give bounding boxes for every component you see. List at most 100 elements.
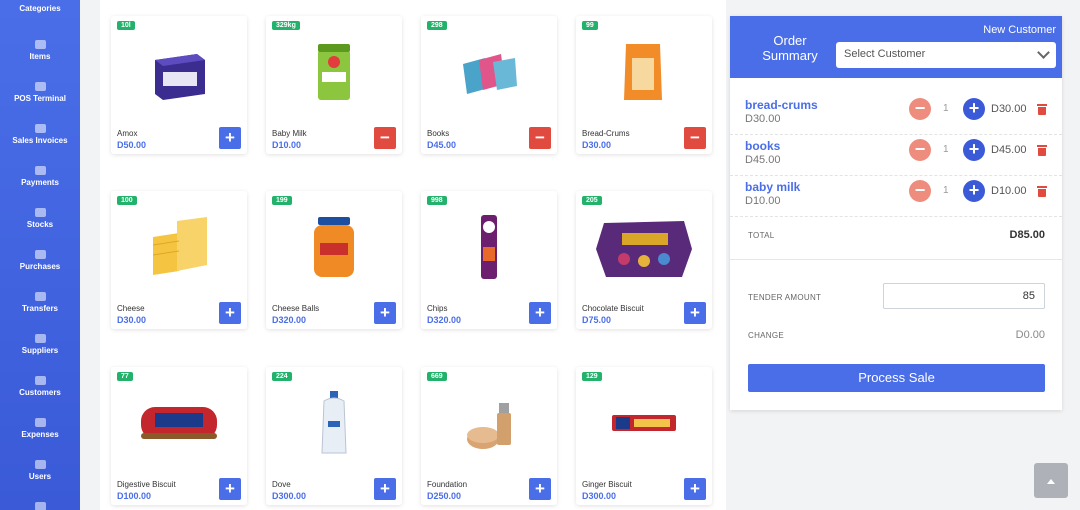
order-line-name: bread-crums: [745, 98, 818, 112]
add-to-cart-button[interactable]: +: [529, 478, 551, 500]
increase-qty-button[interactable]: +: [963, 139, 985, 161]
product-card-cheese-balls[interactable]: 199 Cheese Balls D320.00 +: [266, 191, 402, 329]
new-customer-link[interactable]: New Customer: [983, 24, 1056, 36]
add-to-cart-button[interactable]: +: [684, 478, 706, 500]
product-price: D300.00: [272, 491, 307, 501]
users-icon: [34, 376, 46, 385]
add-to-cart-button[interactable]: +: [219, 478, 241, 500]
product-name: Bread-Crums: [582, 129, 630, 138]
product-card-baby-milk[interactable]: 329kg Baby Milk D10.00 −: [266, 16, 402, 154]
sidebar-item-purchases[interactable]: Purchases: [0, 250, 80, 271]
product-price: D10.00: [272, 140, 302, 150]
product-image: [155, 54, 205, 100]
product-price: D45.00: [427, 140, 457, 150]
sidebar-nav: Categories Items POS Terminal Sales Invo…: [0, 0, 80, 510]
increase-qty-button[interactable]: +: [963, 180, 985, 202]
product-card-foundation[interactable]: 669 Foundation D250.00 +: [421, 367, 557, 505]
sidebar-item-customers[interactable]: Customers: [0, 376, 80, 397]
order-line-total: D30.00: [991, 103, 1027, 115]
order-line-total: D10.00: [991, 185, 1027, 197]
sidebar-item-label: Items: [29, 52, 51, 61]
product-price: D300.00: [582, 491, 617, 501]
product-image: [463, 54, 517, 94]
stock-badge: 329kg: [272, 21, 300, 30]
trash-icon[interactable]: [1037, 104, 1047, 115]
sidebar-item-pos-terminal[interactable]: POS Terminal: [0, 82, 80, 103]
product-card-dove[interactable]: 224 Dove D300.00 +: [266, 367, 402, 505]
increase-qty-button[interactable]: +: [963, 98, 985, 120]
sidebar-item-transfers[interactable]: Transfers: [0, 292, 80, 313]
decrease-qty-button[interactable]: −: [909, 180, 931, 202]
add-to-cart-button[interactable]: +: [219, 302, 241, 324]
process-sale-button[interactable]: Process Sale: [748, 364, 1045, 392]
product-image: [467, 403, 511, 449]
order-summary-header: Order Summary New Customer Select Custom…: [730, 16, 1062, 78]
sidebar-item-label: Users: [28, 472, 52, 481]
product-image: [141, 407, 217, 439]
total-value: D85.00: [1009, 229, 1045, 241]
file-icon: [34, 124, 46, 133]
truck-icon: [34, 292, 46, 301]
order-line: books D45.00 − 1 + D45.00: [730, 135, 1062, 176]
sidebar-item-label: Payments: [21, 178, 59, 187]
tender-amount-label: TENDER AMOUNT: [748, 293, 822, 302]
order-line-qty: 1: [943, 103, 949, 114]
product-name: Amox: [117, 129, 138, 138]
stock-badge: 10l: [117, 21, 135, 30]
add-to-cart-button[interactable]: +: [374, 478, 396, 500]
product-name: Foundation: [427, 480, 468, 489]
product-card-cheese[interactable]: 100 Cheese D30.00 +: [111, 191, 247, 329]
product-card-chips[interactable]: 998 Chips D320.00 +: [421, 191, 557, 329]
product-price: D100.00: [117, 491, 152, 501]
product-card-chocolate-biscuit[interactable]: 205 Chocolate Biscuit D75.00 +: [576, 191, 712, 329]
add-to-cart-button[interactable]: +: [684, 302, 706, 324]
stock-badge: 205: [582, 196, 602, 205]
divider: [730, 259, 1062, 260]
order-line-name: baby milk: [745, 180, 801, 194]
sidebar-item-suppliers[interactable]: Suppliers: [0, 334, 80, 355]
add-to-cart-button[interactable]: +: [219, 127, 241, 149]
more-icon: [34, 502, 46, 510]
stock-badge: 199: [272, 196, 292, 205]
product-name: Ginger Biscuit: [582, 480, 632, 489]
product-card-books[interactable]: 298 Books D45.00 −: [421, 16, 557, 154]
remove-from-cart-button[interactable]: −: [374, 127, 396, 149]
sidebar-item-users[interactable]: Users: [0, 460, 80, 481]
sidebar-item-more[interactable]: [0, 502, 80, 510]
product-card-bread-crums[interactable]: 99 Bread-Crums D30.00 −: [576, 16, 712, 154]
sidebar-item-categories[interactable]: Categories: [0, 4, 80, 13]
product-card-amox[interactable]: 10l Amox D50.00 +: [111, 16, 247, 154]
stock-badge: 129: [582, 372, 602, 381]
remove-from-cart-button[interactable]: −: [529, 127, 551, 149]
decrease-qty-button[interactable]: −: [909, 139, 931, 161]
cash-register-icon: [34, 82, 46, 91]
decrease-qty-button[interactable]: −: [909, 98, 931, 120]
product-price: D320.00: [272, 315, 307, 325]
sidebar-item-payments[interactable]: Payments: [0, 166, 80, 187]
product-name: Cheese: [117, 304, 145, 313]
product-card-digestive-biscuit[interactable]: 77 Digestive Biscuit D100.00 +: [111, 367, 247, 505]
customer-select[interactable]: Select Customer: [836, 42, 1056, 68]
sitemap-icon: [34, 40, 46, 49]
trash-icon[interactable]: [1037, 186, 1047, 197]
product-image: [596, 221, 692, 277]
add-to-cart-button[interactable]: +: [374, 302, 396, 324]
sidebar-item-items[interactable]: Items: [0, 40, 80, 61]
change-value: D0.00: [1015, 329, 1045, 341]
order-line: baby milk D10.00 − 1 + D10.00: [730, 176, 1062, 217]
remove-from-cart-button[interactable]: −: [684, 127, 706, 149]
cart-icon: [34, 250, 46, 259]
sidebar-item-expenses[interactable]: Expenses: [0, 418, 80, 439]
product-card-ginger-biscuit[interactable]: 129 Ginger Biscuit D300.00 +: [576, 367, 712, 505]
product-name: Books: [427, 129, 450, 138]
tender-amount-input[interactable]: 85: [883, 283, 1045, 309]
add-to-cart-button[interactable]: +: [529, 302, 551, 324]
sidebar-item-stocks[interactable]: Stocks: [0, 208, 80, 229]
order-line-unit-price: D45.00: [745, 154, 781, 166]
trash-icon[interactable]: [1037, 145, 1047, 156]
product-image: [612, 415, 676, 431]
scroll-to-top-button[interactable]: [1034, 463, 1068, 498]
sidebar-item-sales-invoices[interactable]: Sales Invoices: [0, 124, 80, 145]
sidebar-item-label: POS Terminal: [14, 94, 66, 103]
money-icon: [34, 166, 46, 175]
